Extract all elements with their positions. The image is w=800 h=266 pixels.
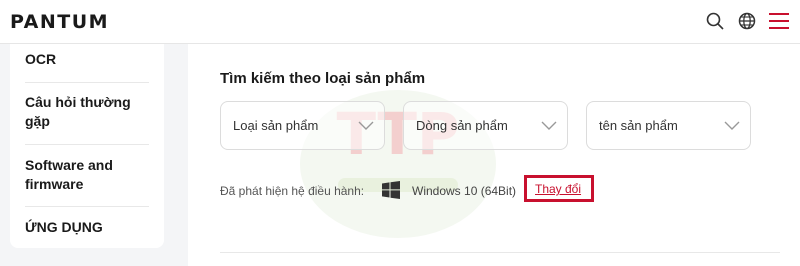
sidebar-item-ocr[interactable]: OCR [10, 50, 71, 69]
sidebar-item-applications[interactable]: ỨNG DỤNG [10, 218, 118, 237]
globe-icon[interactable] [736, 10, 758, 32]
menu-icon[interactable] [768, 10, 790, 32]
select-value: Dòng sản phẩm [416, 118, 508, 133]
chevron-down-icon [724, 121, 740, 130]
os-detected-label: Đã phát hiện hệ điều hành: [220, 184, 365, 198]
top-navigation-bar: PANTUM [0, 0, 800, 44]
sidebar-item-faq[interactable]: Câu hỏi thường gặp [10, 93, 164, 131]
product-type-select[interactable]: Loại sản phẩm [220, 101, 385, 150]
sidebar-divider [25, 82, 149, 83]
main-content: TTP Tìm kiếm theo loại sản phẩm Loại sản… [188, 44, 800, 266]
select-value: Loại sản phẩm [233, 118, 319, 133]
pantum-logo[interactable]: PANTUM [10, 11, 109, 33]
search-icon[interactable] [704, 10, 726, 32]
section-divider [220, 252, 780, 253]
os-value: Windows 10 (64Bit) [412, 184, 517, 198]
header-icons [704, 10, 790, 32]
change-os-link[interactable]: Thay đổi [535, 182, 581, 196]
chevron-down-icon [358, 121, 374, 130]
windows-icon [382, 181, 400, 199]
section-title: Tìm kiếm theo loại sản phẩm [220, 70, 426, 87]
select-value: tên sản phẩm [599, 118, 678, 133]
product-line-select[interactable]: Dòng sản phẩm [403, 101, 568, 150]
sidebar-divider [25, 206, 149, 207]
chevron-down-icon [541, 121, 557, 130]
sidebar-divider [25, 144, 149, 145]
sidebar-item-software-firmware[interactable]: Software and firmware [10, 156, 164, 194]
product-name-select[interactable]: tên sản phẩm [586, 101, 751, 150]
change-os-highlight: Thay đổi [524, 175, 594, 202]
detected-os-row: Đã phát hiện hệ điều hành: Windows 10 (6… [220, 175, 780, 202]
sidebar: OCR Câu hỏi thường gặp Software and firm… [10, 44, 164, 248]
